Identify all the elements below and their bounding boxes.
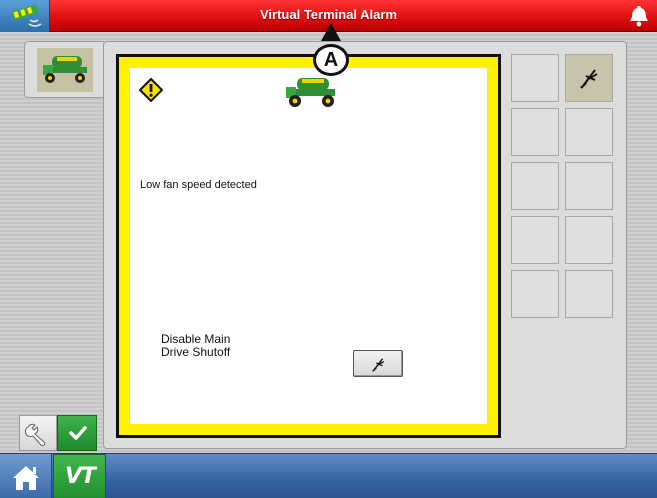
softkey-3[interactable] [511, 108, 559, 156]
virtual-terminal-button[interactable]: VT [53, 454, 106, 498]
softkey-1[interactable] [511, 54, 559, 102]
callout-pointer [321, 23, 341, 41]
alarm-border: Low fan speed detected Disable Main Driv… [119, 57, 498, 435]
home-icon [13, 466, 39, 490]
drive-shutoff-icon [580, 69, 598, 89]
alarm-window: Low fan speed detected Disable Main Driv… [116, 54, 501, 438]
softkey-7[interactable] [511, 216, 559, 264]
bottom-nav-bar: VT [0, 453, 657, 498]
accept-button[interactable] [57, 415, 97, 451]
alarm-body: Low fan speed detected Disable Main Driv… [130, 68, 487, 424]
wrench-icon [24, 423, 46, 447]
drive-shutoff-icon [372, 358, 385, 372]
implement-tab-icon-box [37, 48, 93, 92]
softkey-9[interactable] [511, 270, 559, 318]
softkey-6[interactable] [565, 162, 613, 210]
warning-diamond-icon [139, 78, 163, 102]
softkey-5[interactable] [511, 162, 559, 210]
sprayer-icon [43, 56, 87, 83]
implement-tab[interactable] [24, 41, 104, 98]
checkmark-icon [69, 426, 87, 440]
settings-button[interactable] [19, 415, 57, 451]
alarm-bell-icon [630, 6, 648, 27]
disable-drive-shutoff-button[interactable] [353, 350, 403, 377]
softkey-4[interactable] [565, 108, 613, 156]
callout-label: A [313, 44, 349, 76]
alarm-message: Low fan speed detected [140, 179, 257, 191]
home-button[interactable] [0, 454, 52, 498]
alarm-title: Virtual Terminal Alarm [259, 7, 398, 22]
sprayer-icon [286, 78, 335, 107]
drive-shutoff-label-line2: Drive Shutoff [161, 345, 231, 359]
softkey-2[interactable] [565, 54, 613, 102]
softkey-8[interactable] [565, 216, 613, 264]
drive-shutoff-label: Disable Main Drive Shutoff [161, 333, 230, 359]
vt-label: VT [65, 464, 96, 489]
alarm-bell-button[interactable] [627, 4, 651, 28]
softkey-10[interactable] [565, 270, 613, 318]
